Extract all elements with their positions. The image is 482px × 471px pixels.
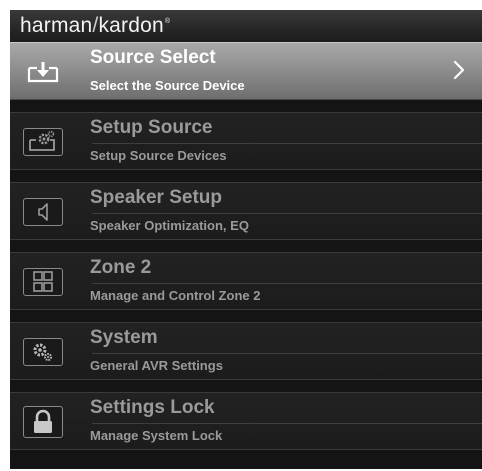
menu-item-title: Settings Lock bbox=[90, 397, 215, 418]
row-band bbox=[10, 392, 482, 450]
menu-item-subtitle: Manage and Control Zone 2 bbox=[90, 288, 261, 303]
avr-menu-screen: harman/kardon® Source Select Select the … bbox=[10, 10, 482, 469]
brand-header: harman/kardon® bbox=[10, 10, 482, 42]
menu-item-title: System bbox=[90, 327, 158, 348]
menu-item-title: Setup Source bbox=[90, 117, 213, 138]
source-gear-icon bbox=[23, 128, 63, 156]
lock-icon bbox=[23, 406, 63, 438]
row-divider bbox=[92, 353, 482, 354]
menu-item-subtitle: Select the Source Device bbox=[90, 78, 245, 93]
brand-logo: harman/kardon® bbox=[20, 14, 170, 38]
menu-item-zone-2[interactable]: Zone 2 Manage and Control Zone 2 bbox=[10, 252, 482, 322]
menu-item-subtitle: Speaker Optimization, EQ bbox=[90, 218, 249, 233]
menu-item-title: Speaker Setup bbox=[90, 187, 222, 208]
brand-registered-mark: ® bbox=[164, 18, 171, 25]
speaker-icon bbox=[23, 198, 63, 226]
row-divider bbox=[92, 283, 482, 284]
brand-part1: harman bbox=[20, 14, 93, 37]
row-divider bbox=[92, 423, 482, 424]
row-band bbox=[10, 112, 482, 170]
menu-item-settings-lock[interactable]: Settings Lock Manage System Lock bbox=[10, 392, 482, 462]
gears-icon bbox=[23, 338, 63, 366]
source-input-icon bbox=[23, 58, 63, 86]
menu-item-title: Source Select bbox=[90, 47, 216, 68]
row-band bbox=[10, 322, 482, 380]
menu-item-speaker-setup[interactable]: Speaker Setup Speaker Optimization, EQ bbox=[10, 182, 482, 252]
menu-item-system[interactable]: System General AVR Settings bbox=[10, 322, 482, 392]
menu-item-subtitle: Manage System Lock bbox=[90, 428, 223, 443]
menu-item-title: Zone 2 bbox=[90, 257, 152, 278]
grid-icon bbox=[23, 268, 63, 296]
menu-item-subtitle: General AVR Settings bbox=[90, 358, 223, 373]
chevron-right-icon bbox=[453, 60, 465, 80]
row-band bbox=[10, 42, 482, 100]
row-divider bbox=[92, 143, 482, 144]
menu-item-setup-source[interactable]: Setup Source Setup Source Devices bbox=[10, 112, 482, 182]
row-divider bbox=[92, 213, 482, 214]
menu-item-source-select[interactable]: Source Select Select the Source Device bbox=[10, 42, 482, 112]
brand-part2: kardon bbox=[98, 14, 164, 37]
menu-item-subtitle: Setup Source Devices bbox=[90, 148, 227, 163]
